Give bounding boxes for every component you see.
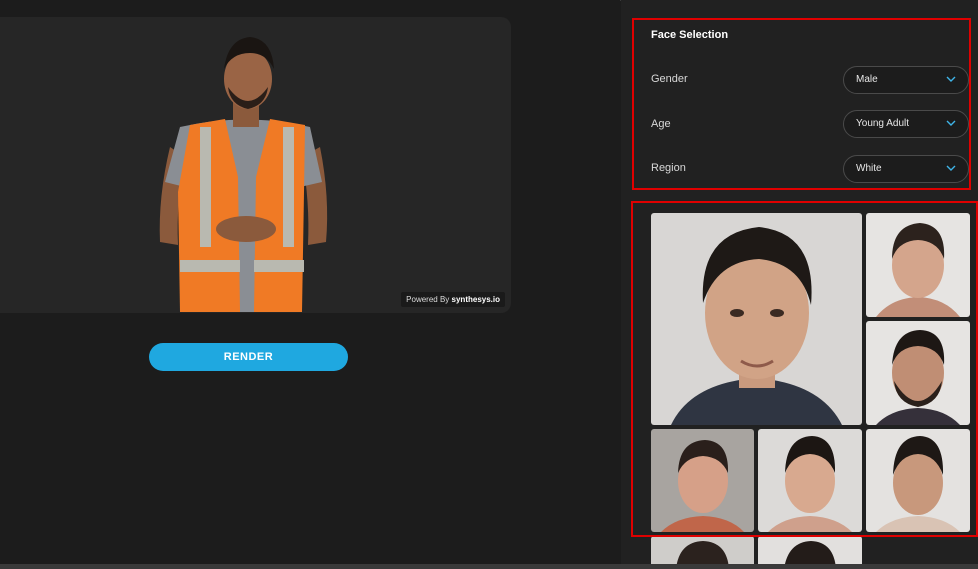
powered-by-badge: Powered By synthesys.io: [401, 292, 505, 307]
chevron-down-icon: [946, 76, 956, 82]
age-label: Age: [651, 118, 671, 130]
face-selection-panel: Face Selection Gender Male Age Young Adu…: [632, 18, 971, 190]
face-selection-title: Face Selection: [651, 29, 729, 41]
gender-label: Gender: [651, 73, 688, 85]
age-value: Young Adult: [856, 118, 910, 129]
age-select[interactable]: Young Adult: [843, 110, 969, 138]
gender-value: Male: [856, 74, 878, 85]
avatar-figure: [159, 37, 328, 312]
gender-select[interactable]: Male: [843, 66, 969, 94]
region-label: Region: [651, 162, 686, 174]
bottom-scrollbar[interactable]: [0, 564, 978, 569]
region-value: White: [856, 163, 882, 174]
chevron-down-icon: [946, 165, 956, 171]
powered-by-prefix: Powered By: [406, 295, 452, 304]
region-select[interactable]: White: [843, 155, 969, 183]
video-area: Powered By synthesys.io RENDER: [0, 0, 620, 569]
render-button[interactable]: RENDER: [149, 343, 348, 371]
chevron-down-icon: [946, 120, 956, 126]
avatar-preview: Powered By synthesys.io: [0, 17, 511, 313]
face-grid-highlight: [631, 201, 978, 537]
powered-by-brand: synthesys.io: [451, 295, 500, 304]
